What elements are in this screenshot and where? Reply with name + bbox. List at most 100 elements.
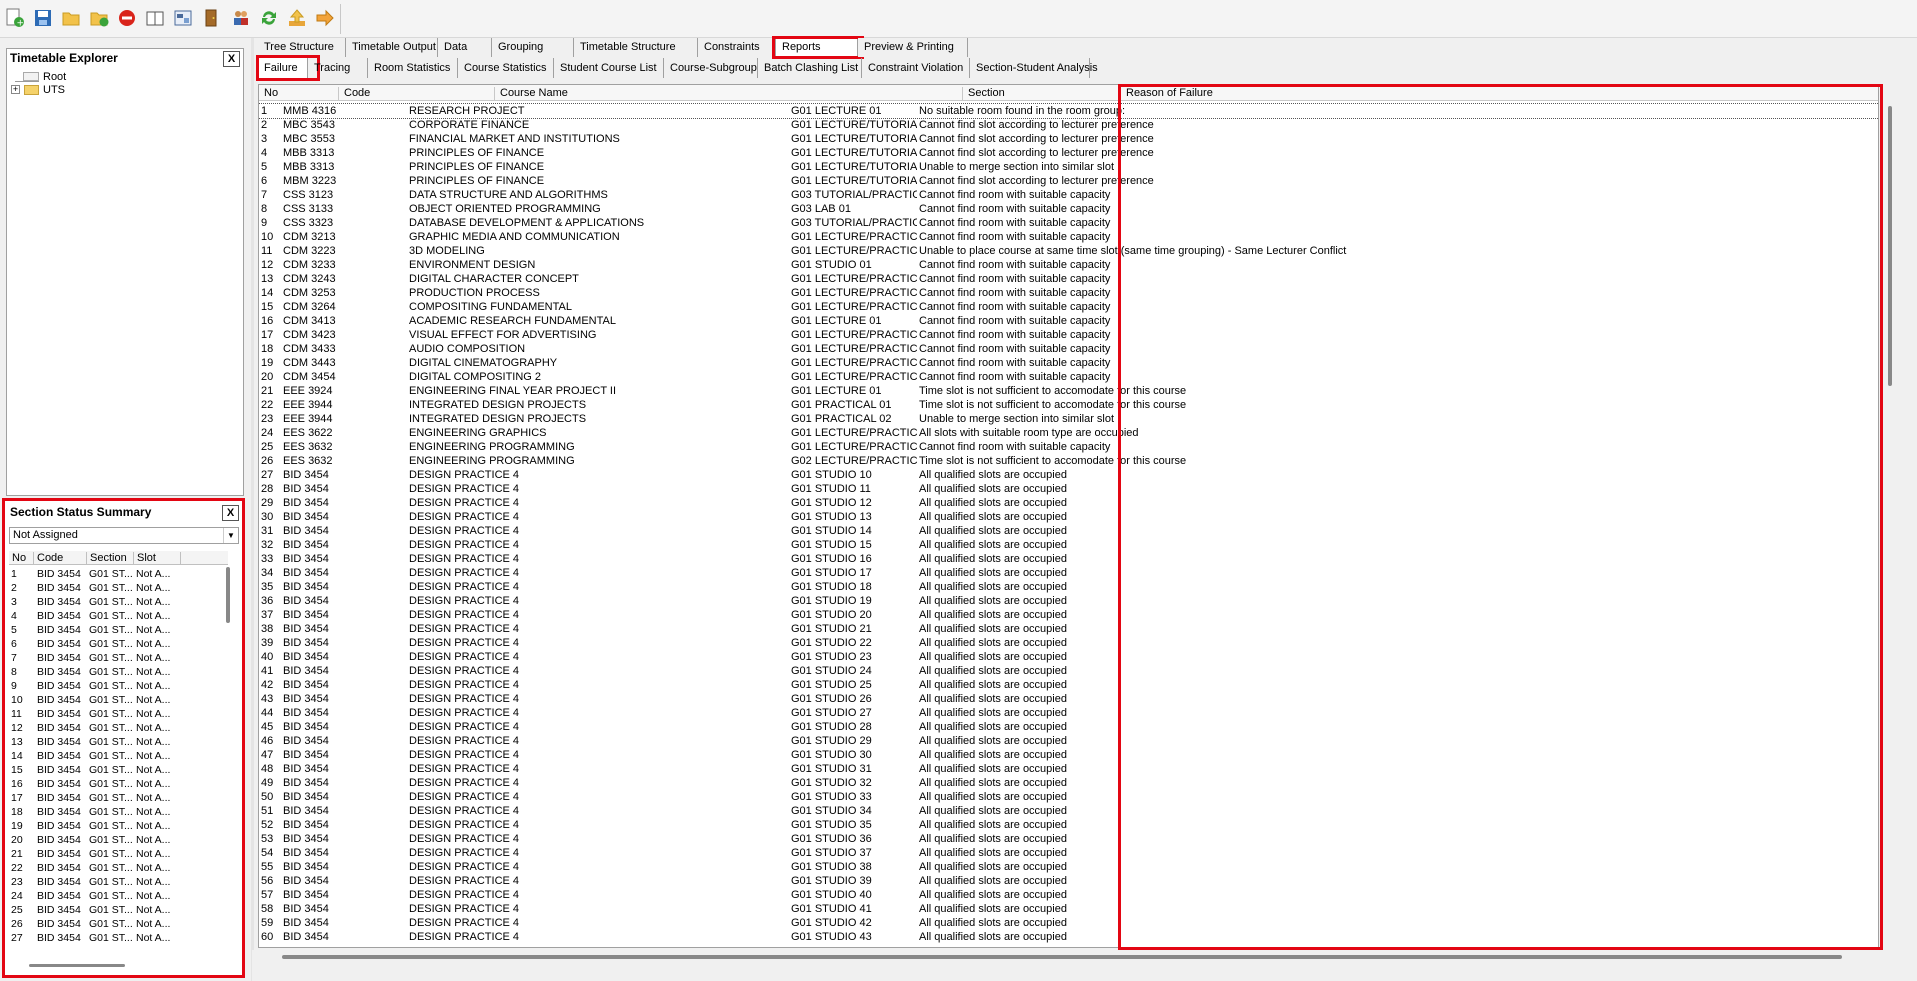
list-item[interactable]: 27 BID 3454 G01 ST... Not A... [9, 931, 228, 945]
tab-reports[interactable]: Reports [776, 38, 858, 57]
list-item[interactable]: 6 BID 3454 G01 ST... Not A... [9, 637, 228, 651]
table-row[interactable]: 60 BID 3454 DESIGN PRACTICE 4 G01 STUDIO 43… [259, 930, 1878, 944]
table-row[interactable]: 16 CDM 3413 ACADEMIC RESEARCH FUNDAMENTAL G… [259, 314, 1878, 328]
stop-button[interactable] [114, 6, 140, 32]
table-row[interactable]: 51 BID 3454 DESIGN PRACTICE 4 G01 STUDIO 34… [259, 804, 1878, 818]
table-row[interactable]: 4 MBB 3313 PRINCIPLES OF FINANCE G01 LECTUR… [259, 146, 1878, 160]
subtab-batch-clashing-list[interactable]: Batch Clashing List [758, 58, 862, 78]
subtab-course-subgroup[interactable]: Course-Subgroup [664, 58, 758, 78]
subtab-course-statistics[interactable]: Course Statistics [458, 58, 554, 78]
table-row[interactable]: 7 CSS 3123 DATA STRUCTURE AND ALGORITHMS G0… [259, 188, 1878, 202]
table-row[interactable]: 24 EES 3622 ENGINEERING GRAPHICS G01 LECTUR… [259, 426, 1878, 440]
column-header-section[interactable]: Section [963, 87, 1121, 101]
table-row[interactable]: 53 BID 3454 DESIGN PRACTICE 4 G01 STUDIO 36… [259, 832, 1878, 846]
list-item[interactable]: 25 BID 3454 G01 ST... Not A... [9, 903, 228, 917]
subtab-constraint-violation[interactable]: Constraint Violation [862, 58, 970, 78]
refresh-button[interactable] [256, 6, 282, 32]
users-button[interactable] [228, 6, 254, 32]
column-header-reason-of-failure[interactable]: Reason of Failure [1121, 87, 1878, 101]
list-item[interactable]: 10 BID 3454 G01 ST... Not A... [9, 693, 228, 707]
table-row[interactable]: 13 CDM 3243 DIGITAL CHARACTER CONCEPT G01 L… [259, 272, 1878, 286]
list-item[interactable]: 16 BID 3454 G01 ST... Not A... [9, 777, 228, 791]
chevron-down-icon[interactable]: ▼ [223, 528, 238, 543]
new-button[interactable]: + [2, 6, 28, 32]
list-item[interactable]: 23 BID 3454 G01 ST... Not A... [9, 875, 228, 889]
upload-button[interactable] [284, 6, 310, 32]
failure-grid[interactable]: No Code Course Name Section Reason of Failur… [258, 84, 1879, 948]
table-row[interactable]: 48 BID 3454 DESIGN PRACTICE 4 G01 STUDIO 31… [259, 762, 1878, 776]
table-row[interactable]: 31 BID 3454 DESIGN PRACTICE 4 G01 STUDIO 14… [259, 524, 1878, 538]
table-row[interactable]: 30 BID 3454 DESIGN PRACTICE 4 G01 STUDIO 13… [259, 510, 1878, 524]
subtab-section-student-analysis[interactable]: Section-Student Analysis [970, 58, 1098, 78]
list-item[interactable]: 17 BID 3454 G01 ST... Not A... [9, 791, 228, 805]
table-row[interactable]: 59 BID 3454 DESIGN PRACTICE 4 G01 STUDIO 42… [259, 916, 1878, 930]
list-item[interactable]: 5 BID 3454 G01 ST... Not A... [9, 623, 228, 637]
list-item[interactable]: 21 BID 3454 G01 ST... Not A... [9, 847, 228, 861]
expand-icon[interactable]: + [11, 85, 20, 94]
table-row[interactable]: 32 BID 3454 DESIGN PRACTICE 4 G01 STUDIO 15… [259, 538, 1878, 552]
table-row[interactable]: 19 CDM 3443 DIGITAL CINEMATOGRAPHY G01 LECT… [259, 356, 1878, 370]
table-row[interactable]: 52 BID 3454 DESIGN PRACTICE 4 G01 STUDIO 35… [259, 818, 1878, 832]
list-item[interactable]: 7 BID 3454 G01 ST... Not A... [9, 651, 228, 665]
table-row[interactable]: 42 BID 3454 DESIGN PRACTICE 4 G01 STUDIO 25… [259, 678, 1878, 692]
tab-timetable-structure[interactable]: Timetable Structure [574, 38, 698, 57]
status-grid[interactable]: No Code Section Slot 1 BID 3454 G01 ST... Not A… [9, 551, 235, 951]
list-item[interactable]: 22 BID 3454 G01 ST... Not A... [9, 861, 228, 875]
table-row[interactable]: 34 BID 3454 DESIGN PRACTICE 4 G01 STUDIO 17… [259, 566, 1878, 580]
table-row[interactable]: 3 MBC 3553 FINANCIAL MARKET AND INSTITUTIO… [259, 132, 1878, 146]
table-row[interactable]: 40 BID 3454 DESIGN PRACTICE 4 G01 STUDIO 23… [259, 650, 1878, 664]
table-row[interactable]: 44 BID 3454 DESIGN PRACTICE 4 G01 STUDIO 27… [259, 706, 1878, 720]
forward-arrow-button[interactable] [312, 6, 338, 32]
table-row[interactable]: 23 EEE 3944 INTEGRATED DESIGN PROJECTS G01 … [259, 412, 1878, 426]
table-row[interactable]: 47 BID 3454 DESIGN PRACTICE 4 G01 STUDIO 30… [259, 748, 1878, 762]
status-vertical-scrollbar[interactable] [226, 567, 230, 623]
table-row[interactable]: 58 BID 3454 DESIGN PRACTICE 4 G01 STUDIO 41… [259, 902, 1878, 916]
add-folder-button[interactable] [86, 6, 112, 32]
subtab-student-course-list[interactable]: Student Course List [554, 58, 664, 78]
table-row[interactable]: 41 BID 3454 DESIGN PRACTICE 4 G01 STUDIO 24… [259, 664, 1878, 678]
table-row[interactable]: 15 CDM 3264 COMPOSITING FUNDAMENTAL G01 LEC… [259, 300, 1878, 314]
tab-constraints[interactable]: Constraints [698, 38, 776, 57]
status-filter-select[interactable]: Not Assigned ▼ [9, 527, 239, 544]
tab-preview-printing[interactable]: Preview & Printing [858, 38, 968, 57]
table-row[interactable]: 17 CDM 3423 VISUAL EFFECT FOR ADVERTISING G… [259, 328, 1878, 342]
table-row[interactable]: 5 MBB 3313 PRINCIPLES OF FINANCE G01 LECTUR… [259, 160, 1878, 174]
table-row[interactable]: 6 MBM 3223 PRINCIPLES OF FINANCE G01 LECTUR… [259, 174, 1878, 188]
list-item[interactable]: 1 BID 3454 G01 ST... Not A... [9, 567, 228, 581]
panel-splitter[interactable] [251, 38, 254, 981]
table-row[interactable]: 43 BID 3454 DESIGN PRACTICE 4 G01 STUDIO 26… [259, 692, 1878, 706]
table-row[interactable]: 14 CDM 3253 PRODUCTION PROCESS G01 LECTURE/… [259, 286, 1878, 300]
table-row[interactable]: 9 CSS 3323 DATABASE DEVELOPMENT & APPLICAT… [259, 216, 1878, 230]
table-row[interactable]: 20 CDM 3454 DIGITAL COMPOSITING 2 G01 LECTU… [259, 370, 1878, 384]
table-row[interactable]: 55 BID 3454 DESIGN PRACTICE 4 G01 STUDIO 38… [259, 860, 1878, 874]
status-column-section[interactable]: Section [87, 552, 134, 565]
list-item[interactable]: 3 BID 3454 G01 ST... Not A... [9, 595, 228, 609]
explorer-close-button[interactable]: X [223, 51, 240, 67]
schedule-button[interactable] [170, 6, 196, 32]
list-item[interactable]: 24 BID 3454 G01 ST... Not A... [9, 889, 228, 903]
column-header-course-name[interactable]: Course Name [495, 87, 963, 101]
table-row[interactable]: 49 BID 3454 DESIGN PRACTICE 4 G01 STUDIO 32… [259, 776, 1878, 790]
book-button[interactable] [142, 6, 168, 32]
table-row[interactable]: 38 BID 3454 DESIGN PRACTICE 4 G01 STUDIO 21… [259, 622, 1878, 636]
table-row[interactable]: 25 EES 3632 ENGINEERING PROGRAMMING G01 LEC… [259, 440, 1878, 454]
status-column-slot[interactable]: Slot [134, 552, 181, 565]
table-row[interactable]: 56 BID 3454 DESIGN PRACTICE 4 G01 STUDIO 39… [259, 874, 1878, 888]
table-row[interactable]: 28 BID 3454 DESIGN PRACTICE 4 G01 STUDIO 11… [259, 482, 1878, 496]
table-row[interactable]: 37 BID 3454 DESIGN PRACTICE 4 G01 STUDIO 20… [259, 608, 1878, 622]
table-row[interactable]: 8 CSS 3133 OBJECT ORIENTED PROGRAMMING G03 … [259, 202, 1878, 216]
status-column-code[interactable]: Code [34, 552, 87, 565]
grid-horizontal-scrollbar[interactable] [282, 955, 1842, 959]
table-row[interactable]: 46 BID 3454 DESIGN PRACTICE 4 G01 STUDIO 29… [259, 734, 1878, 748]
table-row[interactable]: 11 CDM 3223 3D MODELING G01 LECTURE/PRACTIC… [259, 244, 1878, 258]
table-row[interactable]: 35 BID 3454 DESIGN PRACTICE 4 G01 STUDIO 18… [259, 580, 1878, 594]
status-horizontal-scrollbar[interactable] [29, 964, 125, 967]
table-row[interactable]: 57 BID 3454 DESIGN PRACTICE 4 G01 STUDIO 40… [259, 888, 1878, 902]
table-row[interactable]: 18 CDM 3433 AUDIO COMPOSITION G01 LECTURE/P… [259, 342, 1878, 356]
table-row[interactable]: 10 CDM 3213 GRAPHIC MEDIA AND COMMUNICATIO… [259, 230, 1878, 244]
table-row[interactable]: 26 EES 3632 ENGINEERING PROGRAMMING G02 LEC… [259, 454, 1878, 468]
list-item[interactable]: 13 BID 3454 G01 ST... Not A... [9, 735, 228, 749]
table-row[interactable]: 12 CDM 3233 ENVIRONMENT DESIGN G01 STUDIO 0… [259, 258, 1878, 272]
column-header-no[interactable]: No [259, 87, 339, 101]
save-button[interactable] [30, 6, 56, 32]
